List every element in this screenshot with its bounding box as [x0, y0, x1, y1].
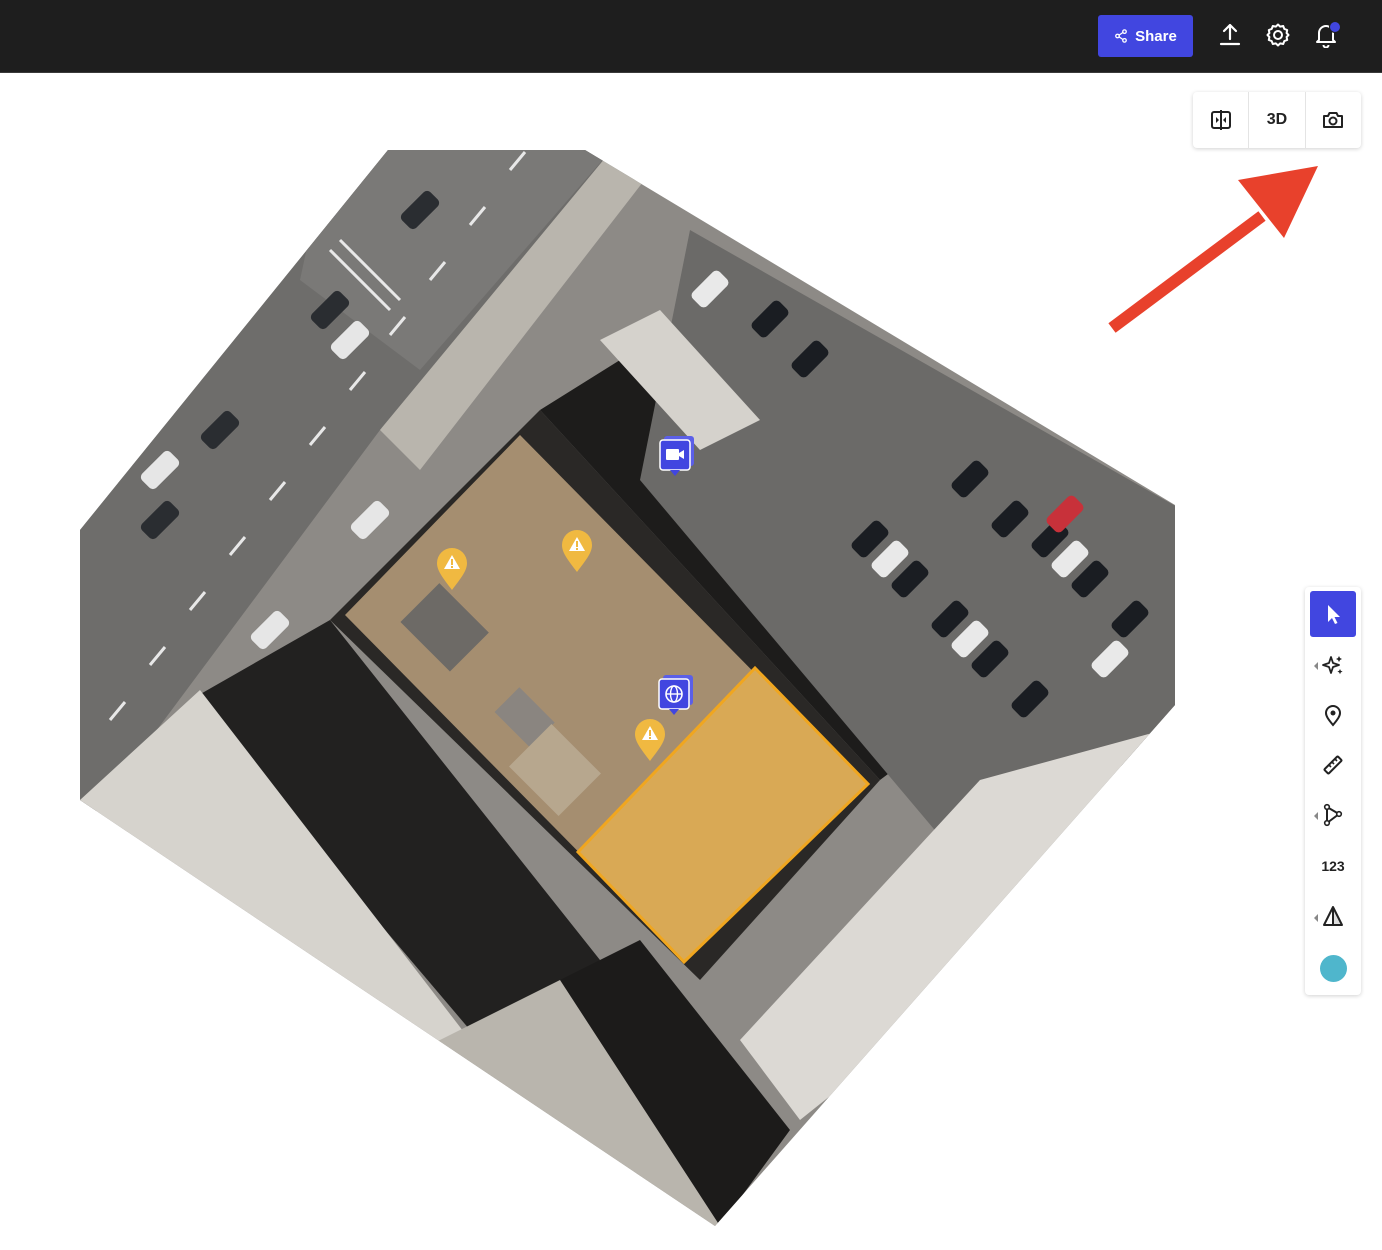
location-pin-icon [1324, 705, 1342, 727]
share-button-label: Share [1135, 27, 1177, 45]
warning-marker[interactable] [560, 528, 594, 574]
sparkle-icon [1322, 656, 1343, 675]
warning-marker[interactable] [435, 546, 469, 592]
screenshot-button[interactable] [1306, 92, 1361, 148]
video-marker[interactable] [658, 436, 696, 480]
upload-icon [1219, 23, 1241, 46]
ai-detect-tool[interactable] [1310, 642, 1356, 688]
warning-marker[interactable] [633, 717, 667, 763]
select-tool[interactable] [1310, 591, 1356, 637]
submenu-caret [1314, 812, 1318, 820]
pyramid-icon [1323, 906, 1343, 926]
top-header-bar: Share [0, 0, 1382, 73]
count-tool[interactable]: 123 [1310, 843, 1356, 889]
annotation-toolbar: 123 [1305, 587, 1361, 995]
color-picker-tool[interactable] [1310, 945, 1356, 991]
3d-view-button[interactable]: 3D [1249, 92, 1306, 148]
share-icon [1115, 29, 1128, 43]
view-controls: 3D [1193, 92, 1361, 148]
share-button[interactable]: Share [1098, 15, 1193, 57]
compare-button[interactable] [1193, 92, 1250, 148]
warning-icon [562, 530, 592, 572]
gear-icon [1266, 23, 1290, 47]
pin-tool[interactable] [1310, 692, 1356, 738]
color-swatch [1319, 954, 1347, 982]
cursor-icon [1328, 605, 1340, 624]
compare-icon [1210, 110, 1231, 130]
settings-button[interactable] [1264, 20, 1292, 50]
video-camera-icon [659, 436, 694, 476]
warning-icon [635, 719, 665, 761]
submenu-caret [1314, 914, 1318, 922]
ruler-icon [1323, 755, 1343, 775]
measure-tool[interactable] [1310, 742, 1356, 788]
globe-icon [658, 675, 693, 715]
globe-marker[interactable] [657, 675, 695, 719]
warning-icon [437, 548, 467, 590]
notification-dot [1329, 21, 1341, 33]
count-tool-label: 123 [1321, 858, 1345, 874]
map-viewport[interactable] [0, 72, 1382, 1250]
camera-icon [1323, 112, 1344, 128]
notifications-button[interactable] [1312, 20, 1341, 50]
annotation-arrow [1108, 166, 1318, 333]
submenu-caret [1314, 662, 1318, 670]
polyline-icon [1323, 803, 1343, 827]
orthomosaic-map[interactable] [0, 72, 1382, 1250]
volume-tool[interactable] [1310, 894, 1356, 940]
upload-button[interactable] [1216, 20, 1244, 50]
polyline-tool[interactable] [1310, 792, 1356, 838]
